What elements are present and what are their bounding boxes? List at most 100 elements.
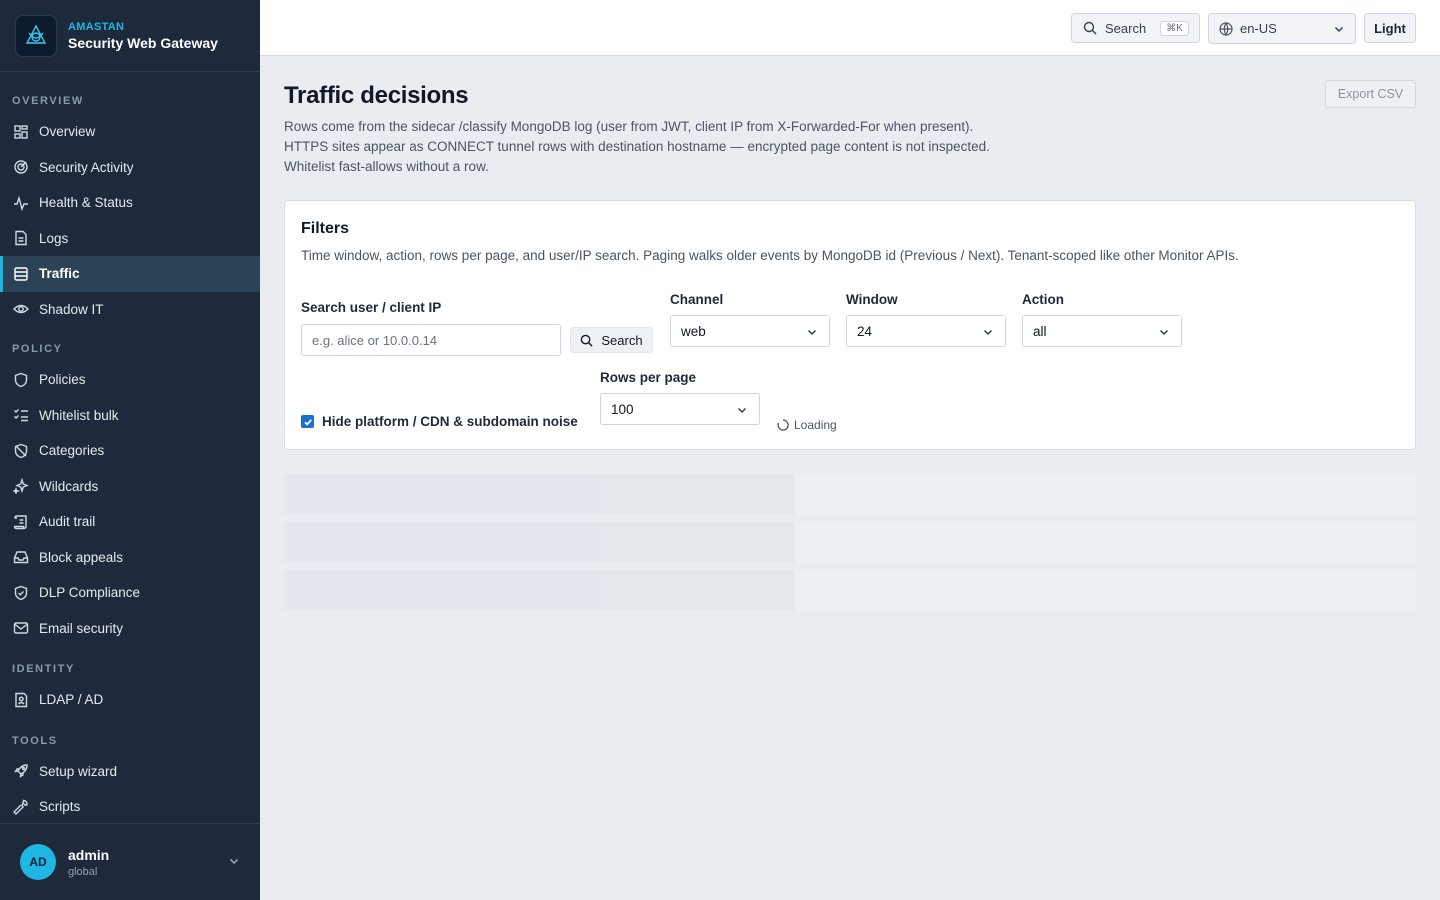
document-icon xyxy=(15,231,27,246)
filters-card: Filters Time window, action, rows per pa… xyxy=(284,200,1416,450)
user-scope: global xyxy=(68,865,98,878)
globe-icon xyxy=(1219,21,1233,36)
loading-skeleton-row xyxy=(284,570,1416,610)
brand-company: AMASTAN xyxy=(68,20,125,33)
section-label-policy: POLICY xyxy=(12,343,63,355)
brand-header[interactable]: AMASTAN Security Web Gateway xyxy=(0,0,260,72)
sidebar-item-block-appeals[interactable]: Block appeals xyxy=(0,540,260,576)
brand-product: Security Web Gateway xyxy=(68,34,218,51)
page-description: Rows come from the sidecar /classify Mon… xyxy=(284,117,990,177)
sidebar-item-label: Scripts xyxy=(39,799,81,815)
search-button-label: Search xyxy=(1105,20,1147,36)
window-value: 24 xyxy=(857,323,873,339)
sidebar-item-setup-wizard[interactable]: Setup wizard xyxy=(0,754,260,790)
sidebar-item-security-activity[interactable]: Security Activity xyxy=(0,150,260,186)
shield-icon xyxy=(14,372,28,387)
hide-noise-checkbox[interactable] xyxy=(301,415,314,428)
scroll-icon xyxy=(13,515,27,529)
user-menu[interactable]: AD admin global xyxy=(0,823,260,900)
sidebar-item-dlp-compliance[interactable]: DLP Compliance xyxy=(0,575,260,611)
pulse-icon xyxy=(14,195,28,211)
loading-text: Loading xyxy=(794,418,837,432)
wrench-icon xyxy=(13,799,28,815)
sidebar-item-label: Block appeals xyxy=(39,549,124,565)
sidebar-item-label: Setup wizard xyxy=(39,763,118,779)
sidebar-item-health-status[interactable]: Health & Status xyxy=(0,185,260,221)
sidebar-item-label: Health & Status xyxy=(39,195,133,211)
sidebar-item-label: Security Activity xyxy=(39,159,134,175)
filters-title: Filters xyxy=(301,220,350,237)
sidebar-item-email-security[interactable]: Email security xyxy=(0,611,260,647)
avatar: AD xyxy=(20,844,56,880)
sidebar-item-label: Policies xyxy=(39,372,86,388)
list-icon xyxy=(14,267,28,281)
brand-logo-icon xyxy=(16,15,56,56)
spinner-icon xyxy=(777,419,789,431)
locale-select[interactable]: en-US xyxy=(1208,13,1356,44)
sidebar-item-label: Shadow IT xyxy=(39,301,104,317)
export-csv-button[interactable]: Export CSV xyxy=(1325,80,1416,108)
sidebar-item-ldap-ad[interactable]: LDAP / AD xyxy=(0,682,260,718)
sidebar-item-label: Wildcards xyxy=(39,478,99,494)
search-user-label: Search user / client IP xyxy=(301,300,442,315)
user-name: admin xyxy=(68,846,110,863)
rows-per-page-label: Rows per page xyxy=(600,370,697,385)
search-user-input[interactable] xyxy=(301,324,561,356)
shield-check-icon xyxy=(14,585,28,600)
chevron-down-icon xyxy=(983,329,993,336)
window-label: Window xyxy=(846,292,898,307)
theme-toggle-button[interactable]: Light xyxy=(1364,13,1416,43)
filters-description: Time window, action, rows per page, and … xyxy=(301,248,1239,263)
checkmark-icon xyxy=(303,418,312,426)
global-search-button[interactable]: Search ⌘K xyxy=(1071,13,1200,43)
mail-icon xyxy=(13,622,29,634)
section-label-overview: OVERVIEW xyxy=(12,95,84,107)
sidebar-item-label: Email security xyxy=(39,620,124,636)
sidebar-item-logs[interactable]: Logs xyxy=(0,221,260,257)
search-submit-button[interactable]: Search xyxy=(570,327,653,353)
chevron-down-icon[interactable] xyxy=(228,855,240,867)
checklist-icon xyxy=(14,409,28,422)
chevron-down-icon xyxy=(807,329,817,336)
action-value: all xyxy=(1033,323,1047,339)
grid-icon xyxy=(14,125,28,139)
channel-label: Channel xyxy=(670,292,724,307)
contact-book-icon xyxy=(15,692,28,707)
sidebar-item-policies[interactable]: Policies xyxy=(0,362,260,398)
sidebar-item-traffic[interactable]: Traffic xyxy=(0,256,260,292)
section-label-tools: TOOLS xyxy=(12,734,58,747)
hide-noise-checkbox-row[interactable]: Hide platform / CDN & subdomain noise xyxy=(301,414,578,429)
sidebar-item-audit-trail[interactable]: Audit trail xyxy=(0,504,260,540)
sidebar-item-label: Audit trail xyxy=(39,514,96,530)
section-label-identity: IDENTITY xyxy=(12,663,75,675)
loading-indicator: Loading xyxy=(777,418,837,432)
rows-per-page-value: 100 xyxy=(611,401,634,417)
sidebar-item-whitelist-bulk[interactable]: Whitelist bulk xyxy=(0,398,260,434)
action-select[interactable]: all xyxy=(1022,315,1182,347)
page-title: Traffic decisions xyxy=(284,82,469,109)
sidebar-item-label: Whitelist bulk xyxy=(39,407,119,423)
channel-value: web xyxy=(681,323,706,339)
locale-value: en-US xyxy=(1240,21,1277,36)
rows-per-page-select[interactable]: 100 xyxy=(600,393,760,425)
radar-icon xyxy=(14,160,28,174)
sidebar-item-label: LDAP / AD xyxy=(39,692,104,708)
sidebar-item-label: Traffic xyxy=(39,266,80,282)
sidebar-item-label: Overview xyxy=(39,124,96,140)
inbox-icon xyxy=(13,551,29,564)
search-icon xyxy=(581,334,593,347)
sidebar-item-scripts[interactable]: Scripts xyxy=(0,789,260,825)
channel-select[interactable]: web xyxy=(670,315,830,347)
shield-slash-icon xyxy=(14,443,28,458)
sidebar-item-label: Logs xyxy=(39,230,69,246)
sparkles-icon xyxy=(13,478,29,495)
sidebar: AMASTAN Security Web Gateway OVERVIEW Ov… xyxy=(0,0,260,900)
sidebar-item-overview[interactable]: Overview xyxy=(0,114,260,150)
hide-noise-label: Hide platform / CDN & subdomain noise xyxy=(322,414,578,429)
chevron-down-icon xyxy=(737,407,747,414)
sidebar-item-wildcards[interactable]: Wildcards xyxy=(0,469,260,505)
sidebar-item-shadow-it[interactable]: Shadow IT xyxy=(0,292,260,328)
window-select[interactable]: 24 xyxy=(846,315,1006,347)
sidebar-item-categories[interactable]: Categories xyxy=(0,433,260,469)
description-line: HTTPS sites appear as CONNECT tunnel row… xyxy=(284,139,990,154)
